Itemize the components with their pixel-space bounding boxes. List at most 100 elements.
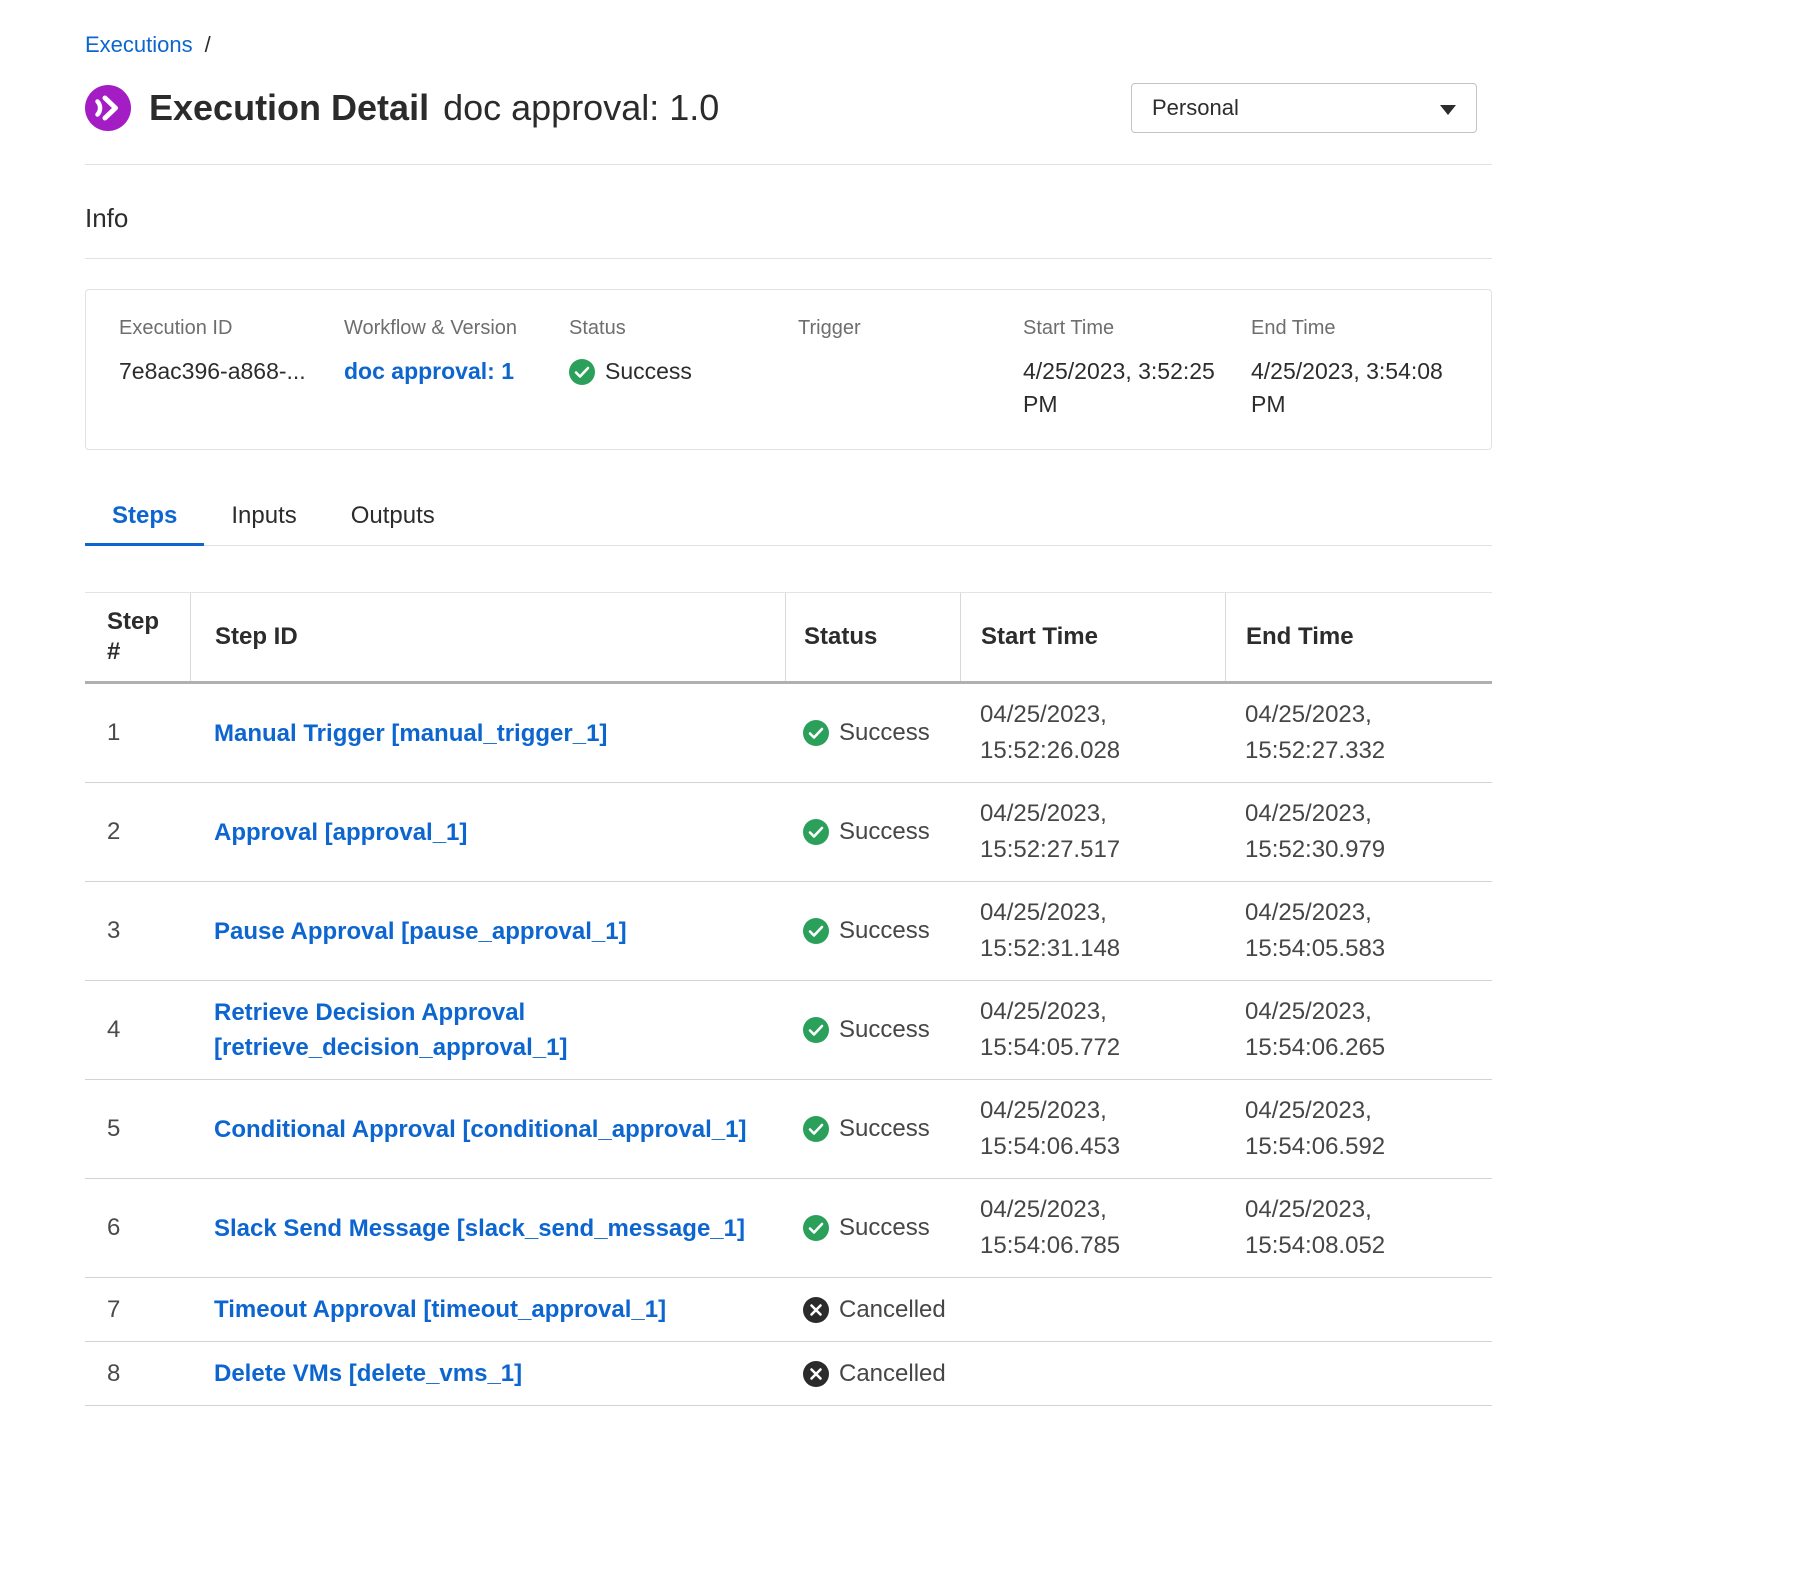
status-text: Success [839, 1214, 930, 1242]
table-row: 5 Conditional Approval [conditional_appr… [85, 1080, 1492, 1179]
table-row: 2 Approval [approval_1] Success 04/25/20… [85, 783, 1492, 882]
info-section-title: Info [85, 203, 1492, 234]
table-row: 8 Delete VMs [delete_vms_1] Cancelled [85, 1342, 1492, 1406]
step-id-link[interactable]: Conditional Approval [conditional_approv… [214, 1112, 747, 1147]
step-id-link[interactable]: Delete VMs [delete_vms_1] [214, 1356, 522, 1391]
step-status: Success [803, 818, 960, 846]
info-field-trigger: Trigger [798, 316, 1023, 421]
info-section-divider [85, 258, 1492, 259]
steps-table: Step # Step ID Status Start Time End Tim… [85, 592, 1492, 1406]
step-id-link[interactable]: Pause Approval [pause_approval_1] [214, 914, 627, 949]
title-row: Execution Detail doc approval: 1.0 Perso… [85, 80, 1492, 136]
info-label: Execution ID [119, 316, 344, 340]
step-start-time: 04/25/2023, 15:52:27.517 [980, 796, 1160, 868]
step-start-time: 04/25/2023, 15:54:05.772 [980, 994, 1160, 1066]
header-step-id: Step ID [190, 593, 785, 681]
step-end-time: 04/25/2023, 15:54:05.583 [1245, 895, 1425, 967]
step-status: Cancelled [803, 1296, 960, 1324]
header-divider [85, 164, 1492, 165]
status-text: Success [839, 1115, 930, 1143]
step-status: Success [803, 1214, 960, 1242]
step-status: Success [803, 1115, 960, 1143]
header-end-time: End Time [1225, 593, 1492, 681]
step-number: 7 [107, 1296, 120, 1323]
step-number: 6 [107, 1214, 120, 1241]
step-id-link[interactable]: Approval [approval_1] [214, 815, 467, 850]
workspace-dropdown-value: Personal [1152, 95, 1239, 121]
breadcrumb-separator: / [205, 32, 211, 58]
steps-table-body: 1 Manual Trigger [manual_trigger_1] Succ… [85, 684, 1492, 1406]
status-text: Success [839, 917, 930, 945]
step-id-link[interactable]: Timeout Approval [timeout_approval_1] [214, 1292, 666, 1327]
workflow-version-link[interactable]: doc approval: 1 [344, 358, 514, 384]
status-icon [803, 1361, 829, 1387]
status-text: Success [839, 719, 930, 747]
table-row: 3 Pause Approval [pause_approval_1] Succ… [85, 882, 1492, 981]
info-field-execution-id: Execution ID 7e8ac396-a868-... [119, 316, 344, 421]
page-subtitle: doc approval: 1.0 [443, 87, 719, 129]
detail-tabs: Steps Inputs Outputs [85, 492, 1492, 546]
status-icon [803, 819, 829, 845]
step-end-time: 04/25/2023, 15:54:08.052 [1245, 1192, 1425, 1264]
status-text: Success [839, 818, 930, 846]
step-end-time: 04/25/2023, 15:52:27.332 [1245, 697, 1425, 769]
workspace-dropdown[interactable]: Personal [1131, 83, 1477, 133]
step-number: 4 [107, 1016, 120, 1043]
step-start-time: 04/25/2023, 15:54:06.785 [980, 1192, 1160, 1264]
tab-inputs[interactable]: Inputs [204, 492, 323, 545]
info-field-start-time: Start Time 4/25/2023, 3:52:25 PM [1023, 316, 1251, 421]
status-icon [803, 1297, 829, 1323]
table-row: 4 Retrieve Decision Approval [retrieve_d… [85, 981, 1492, 1080]
info-field-end-time: End Time 4/25/2023, 3:54:08 PM [1251, 316, 1491, 421]
status-text: Cancelled [839, 1296, 946, 1324]
step-number: 5 [107, 1115, 120, 1142]
tab-steps[interactable]: Steps [85, 492, 204, 545]
header-start-time: Start Time [960, 593, 1225, 681]
workflow-brand-icon [85, 85, 131, 131]
chevron-down-icon [1440, 95, 1456, 121]
step-start-time: 04/25/2023, 15:54:06.453 [980, 1093, 1160, 1165]
status-text: Success [839, 1016, 930, 1044]
status-icon [803, 1116, 829, 1142]
success-check-icon [569, 359, 595, 385]
info-field-status: Status Success [569, 316, 798, 421]
status-icon [803, 720, 829, 746]
step-status: Cancelled [803, 1360, 960, 1388]
step-number: 8 [107, 1360, 120, 1387]
breadcrumb: Executions / [85, 32, 1492, 58]
execution-info-card: Execution ID 7e8ac396-a868-... Workflow … [85, 289, 1492, 450]
start-time-value: 4/25/2023, 3:52:25 PM [1023, 355, 1238, 421]
step-id-link[interactable]: Retrieve Decision Approval [retrieve_dec… [214, 995, 761, 1065]
info-label: Start Time [1023, 316, 1251, 340]
step-status: Success [803, 917, 960, 945]
info-field-workflow-version: Workflow & Version doc approval: 1 [344, 316, 569, 421]
step-status: Success [803, 719, 960, 747]
info-label: Trigger [798, 316, 1023, 340]
status-icon [803, 1017, 829, 1043]
info-label: End Time [1251, 316, 1491, 340]
step-status: Success [803, 1016, 960, 1044]
status-icon [803, 1215, 829, 1241]
table-row: 7 Timeout Approval [timeout_approval_1] … [85, 1278, 1492, 1342]
step-id-link[interactable]: Manual Trigger [manual_trigger_1] [214, 716, 607, 751]
execution-status-text: Success [605, 355, 692, 388]
status-icon [803, 918, 829, 944]
info-label: Status [569, 316, 798, 340]
step-start-time: 04/25/2023, 15:52:26.028 [980, 697, 1160, 769]
tab-outputs[interactable]: Outputs [324, 492, 462, 545]
header-status: Status [785, 593, 960, 681]
step-id-link[interactable]: Slack Send Message [slack_send_message_1… [214, 1211, 745, 1246]
info-label: Workflow & Version [344, 316, 569, 340]
steps-table-header: Step # Step ID Status Start Time End Tim… [85, 592, 1492, 684]
step-end-time: 04/25/2023, 15:52:30.979 [1245, 796, 1425, 868]
header-step-number: Step # [85, 593, 190, 681]
end-time-value: 4/25/2023, 3:54:08 PM [1251, 355, 1466, 421]
table-row: 1 Manual Trigger [manual_trigger_1] Succ… [85, 684, 1492, 783]
breadcrumb-executions-link[interactable]: Executions [85, 32, 193, 58]
execution-id-value: 7e8ac396-a868-... [119, 355, 344, 388]
step-end-time: 04/25/2023, 15:54:06.592 [1245, 1093, 1425, 1165]
page-title: Execution Detail [149, 87, 429, 129]
step-end-time: 04/25/2023, 15:54:06.265 [1245, 994, 1425, 1066]
table-row: 6 Slack Send Message [slack_send_message… [85, 1179, 1492, 1278]
step-number: 3 [107, 917, 120, 944]
